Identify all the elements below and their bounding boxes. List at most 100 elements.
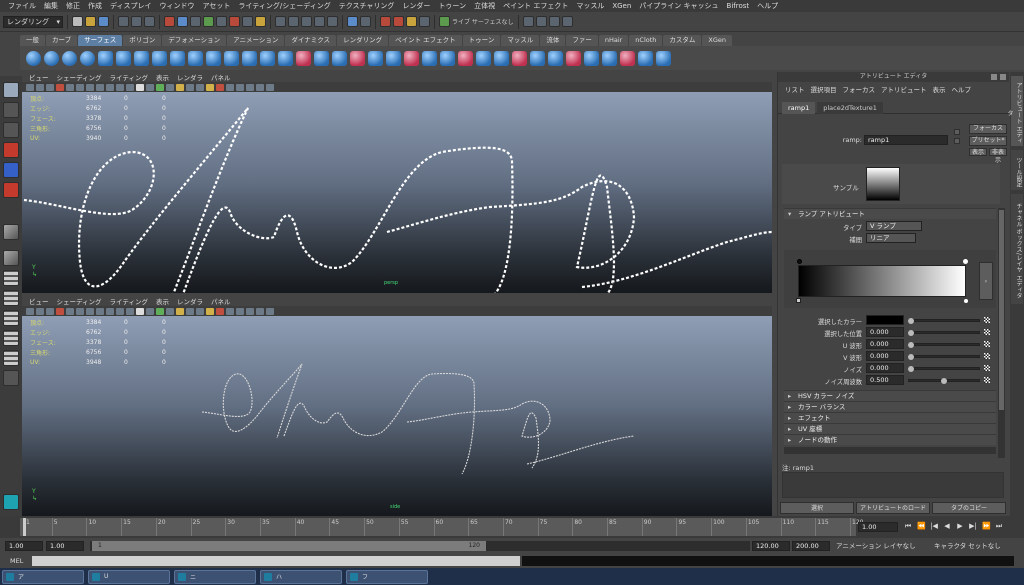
ramp-handle-bottom[interactable] <box>964 299 968 303</box>
shelf-tab[interactable]: 一般 <box>20 35 45 46</box>
smooth-shade-icon[interactable] <box>146 83 154 91</box>
mask-dynamics-icon[interactable] <box>216 16 227 27</box>
anti-alias-icon[interactable] <box>216 307 224 315</box>
slider-knob[interactable] <box>908 354 914 360</box>
ambient-occlusion-icon[interactable] <box>196 83 204 91</box>
safe-action-icon[interactable] <box>116 83 124 91</box>
live-surface-icon[interactable] <box>439 16 450 27</box>
play-backward-icon[interactable]: ◀ <box>943 522 951 530</box>
film-gate-icon[interactable] <box>76 307 84 315</box>
resolution-gate-icon[interactable] <box>86 307 94 315</box>
lasso-tool-icon[interactable] <box>3 102 19 118</box>
viewport-menu-item[interactable]: ライティング <box>106 72 152 82</box>
nurbs-square-icon[interactable] <box>152 50 167 66</box>
viewport-menu-item[interactable]: パネル <box>207 296 235 306</box>
type-dropdown[interactable]: V ランプ <box>866 221 922 231</box>
attach-icon[interactable] <box>386 50 401 66</box>
field-chart-icon[interactable] <box>106 83 114 91</box>
layout-outliner-icon[interactable] <box>3 310 19 326</box>
menu-item[interactable]: 修正 <box>62 1 84 11</box>
shelf-tab[interactable]: ペイント エフェクト <box>389 35 462 46</box>
viewport-menu-item[interactable]: 表示 <box>152 72 173 82</box>
open-scene-icon[interactable] <box>85 16 96 27</box>
bookmark-icon[interactable] <box>46 307 54 315</box>
open-close-icon[interactable] <box>440 50 455 66</box>
menu-item[interactable]: パイプライン キャッシュ <box>635 1 722 11</box>
slider-knob[interactable] <box>908 342 914 348</box>
note-field[interactable] <box>782 472 1004 498</box>
grid-icon[interactable] <box>66 83 74 91</box>
ae-menu-item[interactable]: 表示 <box>930 84 949 94</box>
safe-action-icon[interactable] <box>116 307 124 315</box>
shelf-tab[interactable]: カーブ <box>46 35 78 46</box>
viewport-menu-item[interactable]: シェーディング <box>53 296 106 306</box>
xray-joints-icon[interactable] <box>256 83 264 91</box>
lock-camera-icon[interactable] <box>36 83 44 91</box>
film-gate-icon[interactable] <box>76 83 84 91</box>
collapsed-section[interactable]: カラー バランス <box>784 401 996 413</box>
menu-item[interactable]: ヘルプ <box>753 1 782 11</box>
tesselate-icon[interactable] <box>620 50 635 66</box>
modeling-toolkit-icon[interactable] <box>522 16 534 27</box>
attr-slider[interactable] <box>908 354 980 360</box>
attr-slider[interactable] <box>908 330 980 336</box>
viewport-top[interactable]: 頂点: 3384 0 0 エッジ: 6762 0 0 フェース: 3378 0 0 三角形: 6756 0 0… <box>22 92 772 293</box>
shelf-tab[interactable]: サーフェス <box>78 35 123 46</box>
shelf-tab[interactable]: アニメーション <box>227 35 285 46</box>
ramp-handle-black[interactable] <box>797 259 802 264</box>
backface-icon[interactable] <box>266 307 274 315</box>
align-icon[interactable] <box>422 50 437 66</box>
start-time-field[interactable]: 1.00 <box>5 541 43 551</box>
node-output-icon[interactable] <box>954 138 960 144</box>
safe-title-icon[interactable] <box>126 307 134 315</box>
shelf-tab[interactable]: デフォメーション <box>162 35 227 46</box>
command-language-label[interactable]: MEL <box>10 556 23 566</box>
insert-isoparm-icon[interactable] <box>494 50 509 66</box>
depth-of-field-icon[interactable] <box>226 83 234 91</box>
surface-editing-icon[interactable] <box>638 50 653 66</box>
ambient-occlusion-icon[interactable] <box>196 307 204 315</box>
viewport-menu-item[interactable]: パネル <box>207 72 235 82</box>
menu-set-dropdown[interactable]: レンダリング <box>3 15 63 28</box>
collapsed-section[interactable]: エフェクト <box>784 412 996 424</box>
smooth-shade-icon[interactable] <box>146 307 154 315</box>
construction-history-icon[interactable] <box>360 16 371 27</box>
shadows-icon[interactable] <box>186 83 194 91</box>
nurbs-plane-icon[interactable] <box>98 50 113 66</box>
paint-select-tool-icon[interactable] <box>3 122 19 138</box>
range-thumb[interactable]: 1 120 <box>92 541 486 551</box>
current-time-field[interactable]: 1.00 <box>858 522 898 532</box>
depth-of-field-icon[interactable] <box>226 307 234 315</box>
select-component-icon[interactable] <box>144 16 155 27</box>
tool-settings-toggle-icon[interactable] <box>548 16 560 27</box>
textured-icon[interactable] <box>166 83 174 91</box>
close-icon[interactable] <box>1000 74 1006 80</box>
nurbs-cube-icon[interactable] <box>44 50 59 66</box>
shelf-tab[interactable]: マッスル <box>501 35 540 46</box>
shelf-tab[interactable]: XGen <box>702 35 733 46</box>
motion-blur-icon[interactable] <box>206 307 214 315</box>
fillet-icon[interactable] <box>548 50 563 66</box>
curve-tool-icon[interactable] <box>3 224 19 240</box>
taskbar-item[interactable]: フ <box>346 569 428 584</box>
attr-slider[interactable] <box>908 342 980 348</box>
menu-item[interactable]: ウィンドウ <box>156 1 199 11</box>
shelf-tab[interactable]: レンダリング <box>337 35 389 46</box>
snap-view-icon[interactable] <box>314 16 325 27</box>
render-settings-icon[interactable] <box>419 16 430 27</box>
map-texture-icon[interactable] <box>984 377 990 383</box>
interp-dropdown[interactable]: リニア <box>866 233 916 243</box>
viewport-menu-item[interactable]: ビュー <box>25 296 53 306</box>
menu-item[interactable]: 作成 <box>84 1 106 11</box>
isolate-select-icon[interactable] <box>236 307 244 315</box>
channel-box-toggle-icon[interactable] <box>561 16 573 27</box>
isolate-select-icon[interactable] <box>236 83 244 91</box>
attr-slider[interactable] <box>908 366 980 372</box>
play-forward-icon[interactable]: ▶ <box>956 522 964 530</box>
map-texture-icon[interactable] <box>984 341 990 347</box>
tool-settings-vtab[interactable]: ツール設定 <box>1011 150 1023 190</box>
shelf-tab[interactable]: カスタム <box>663 35 702 46</box>
xray-icon[interactable] <box>246 307 254 315</box>
untrim-icon[interactable] <box>368 50 383 66</box>
map-texture-icon[interactable] <box>984 353 990 359</box>
